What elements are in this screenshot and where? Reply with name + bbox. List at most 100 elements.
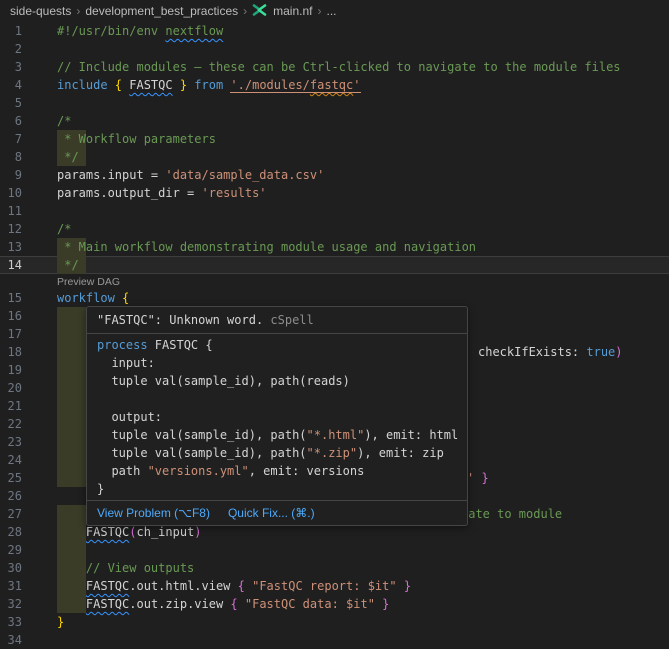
code-token: } [481, 471, 488, 485]
indent-highlight [57, 415, 86, 433]
code-token: // Include modules – these can be Ctrl-c… [57, 60, 621, 74]
code-token: ), emit: html [364, 428, 458, 442]
code-token [57, 579, 86, 593]
indent-highlight [57, 541, 86, 559]
code-token: ( [129, 525, 136, 539]
line-number[interactable]: 27 [0, 505, 22, 523]
code-token: 'results' [202, 186, 267, 200]
code-fragment: ' } [467, 469, 489, 487]
code-line-13[interactable]: 13 * Main workflow demonstrating module … [0, 238, 669, 256]
line-number[interactable]: 32 [0, 595, 22, 613]
hover-code-line: tuple val(sample_id), path("*.zip"), emi… [97, 444, 457, 462]
line-number[interactable]: 7 [0, 130, 22, 148]
code-line-3[interactable]: 3 // Include modules – these can be Ctrl-… [0, 58, 669, 76]
code-line-6[interactable]: 6 /* [0, 112, 669, 130]
code-text: include { FASTQC } from './modules/fastq… [57, 76, 361, 94]
code-token: ), emit: zip [357, 446, 444, 460]
code-token: { [122, 291, 129, 305]
code-token: params.output_dir = [57, 186, 202, 200]
line-number[interactable]: 17 [0, 325, 22, 343]
line-number[interactable]: 29 [0, 541, 22, 559]
line-number[interactable]: 9 [0, 166, 22, 184]
view-problem-link[interactable]: View Problem (⌥F8) [97, 506, 210, 520]
line-number[interactable]: 31 [0, 577, 22, 595]
line-number[interactable]: 8 [0, 148, 22, 166]
line-number[interactable]: 14 [0, 256, 22, 274]
code-text: // View outputs [57, 559, 194, 577]
indent-highlight [57, 451, 86, 469]
code-token: } [57, 615, 64, 629]
line-number[interactable]: 23 [0, 433, 22, 451]
code-token: path [97, 464, 148, 478]
code-token: * Workflow parameters [57, 132, 216, 146]
line-number[interactable]: 22 [0, 415, 22, 433]
line-number[interactable]: 28 [0, 523, 22, 541]
code-line-5[interactable]: 5 [0, 94, 669, 112]
code-line-30[interactable]: 30 // View outputs [0, 559, 669, 577]
line-number[interactable]: 6 [0, 112, 22, 130]
line-number[interactable]: 34 [0, 631, 22, 649]
line-number[interactable]: 19 [0, 361, 22, 379]
code-token: tuple val(sample_id), path(reads) [97, 374, 350, 388]
code-token: output: [97, 410, 162, 424]
line-number[interactable]: 4 [0, 76, 22, 94]
code-line-29[interactable]: 29 [0, 541, 669, 559]
line-number[interactable]: 25 [0, 469, 22, 487]
problem-text: "FASTQC": Unknown word. [97, 313, 270, 327]
code-token: } [375, 597, 389, 611]
line-number[interactable]: 20 [0, 379, 22, 397]
line-number[interactable]: 24 [0, 451, 22, 469]
indent-highlight [57, 397, 86, 415]
code-token: /* [57, 114, 71, 128]
hover-code-line: } [97, 480, 457, 498]
line-number[interactable]: 13 [0, 238, 22, 256]
code-line-9[interactable]: 9params.input = 'data/sample_data.csv' [0, 166, 669, 184]
code-line-8[interactable]: 8 */ [0, 148, 669, 166]
line-number[interactable]: 12 [0, 220, 22, 238]
line-number[interactable]: 33 [0, 613, 22, 631]
code-token: checkIfExists: [478, 345, 586, 359]
code-line-11[interactable]: 11 [0, 202, 669, 220]
indent-highlight [57, 343, 86, 361]
code-text: /* [57, 112, 71, 130]
code-line-31[interactable]: 31 FASTQC.out.html.view { "FastQC report… [0, 577, 669, 595]
code-line-14[interactable]: 14 */ [0, 256, 669, 274]
line-number[interactable]: 16 [0, 307, 22, 325]
line-number[interactable]: 21 [0, 397, 22, 415]
code-line-15[interactable]: 15workflow { [0, 289, 669, 307]
line-number[interactable]: 10 [0, 184, 22, 202]
code-line-1[interactable]: 1 #!/usr/bin/env nextflow [0, 22, 669, 40]
line-number[interactable]: 26 [0, 487, 22, 505]
line-number[interactable]: 2 [0, 40, 22, 58]
code-token: true [586, 345, 615, 359]
code-fragment: checkIfExists: true) [478, 343, 623, 361]
code-token: ' [353, 78, 360, 93]
line-number[interactable]: 30 [0, 559, 22, 577]
line-number[interactable]: 5 [0, 94, 22, 112]
code-line-34[interactable]: 34 [0, 631, 669, 649]
indent-highlight [57, 505, 86, 523]
code-token: "FastQC report: $it" [252, 579, 397, 593]
code-token: { [115, 78, 129, 92]
code-token: include [57, 78, 115, 92]
code-token: /* [57, 222, 71, 236]
code-text: #!/usr/bin/env nextflow [57, 22, 223, 40]
line-number[interactable]: 18 [0, 343, 22, 361]
code-line-7[interactable]: 7 * Workflow parameters [0, 130, 669, 148]
hover-code-line: process FASTQC { [97, 336, 457, 354]
line-number[interactable]: 1 [0, 22, 22, 40]
code-line-33[interactable]: 33} [0, 613, 669, 631]
code-line-4[interactable]: 4 include { FASTQC } from './modules/fast… [0, 76, 669, 94]
codelens-preview-dag[interactable]: Preview DAG [57, 276, 120, 289]
indent-highlight [57, 361, 86, 379]
code-line-12[interactable]: 12 /* [0, 220, 669, 238]
code-line-32[interactable]: 32 FASTQC.out.zip.view { "FastQC data: $… [0, 595, 669, 613]
line-number[interactable]: 3 [0, 58, 22, 76]
line-number[interactable]: 11 [0, 202, 22, 220]
indent-highlight [57, 325, 86, 343]
code-line-10[interactable]: 10 params.output_dir = 'results' [0, 184, 669, 202]
indent-highlight [57, 433, 86, 451]
line-number[interactable]: 15 [0, 289, 22, 307]
code-line-2[interactable]: 2 [0, 40, 669, 58]
quick-fix-link[interactable]: Quick Fix... (⌘.) [228, 506, 315, 520]
